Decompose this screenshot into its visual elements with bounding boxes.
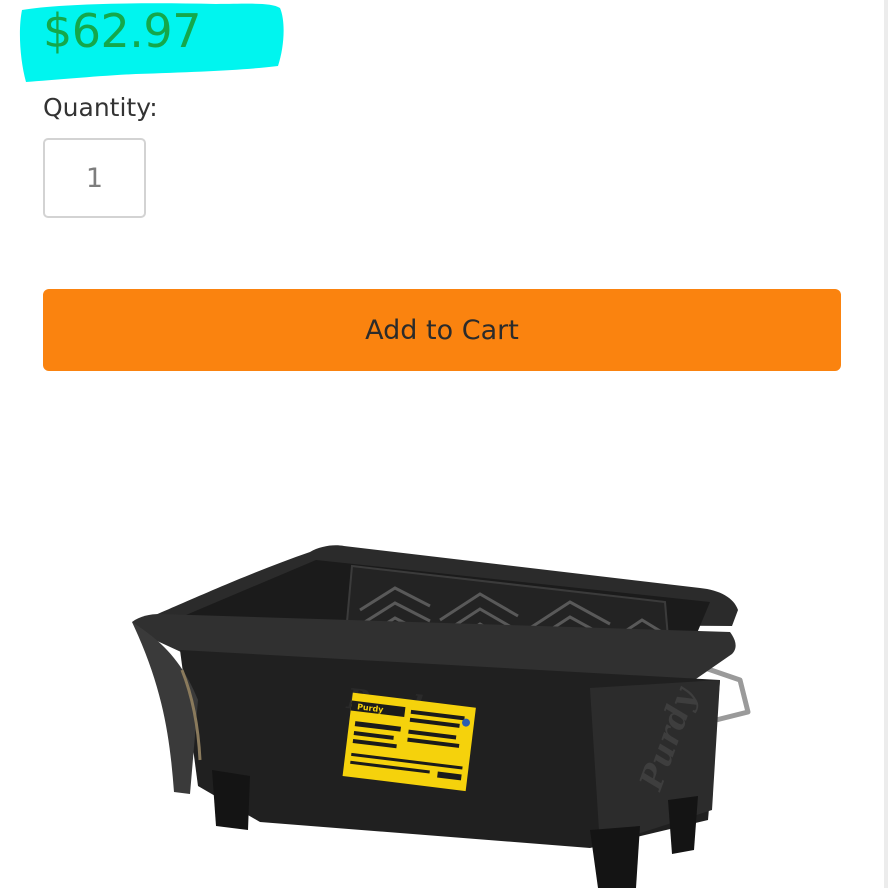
price: $62.97 [43, 4, 201, 58]
scrollbar-edge [884, 0, 888, 888]
quantity-label: Quantity: [43, 93, 158, 122]
product-image: Purdy Purdy Purdy [132, 545, 751, 888]
quantity-input[interactable] [43, 138, 146, 218]
add-to-cart-button[interactable]: Add to Cart [43, 289, 841, 371]
